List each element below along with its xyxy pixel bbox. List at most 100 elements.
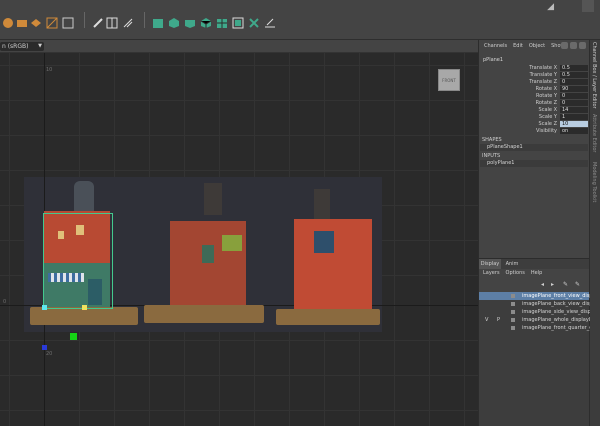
move-layer-down-icon[interactable]: ▸	[551, 282, 557, 288]
attr-scale-x[interactable]: Scale X 14	[479, 107, 589, 114]
side-tab-strip: Channel Box / Layer Editor Attribute Edi…	[589, 40, 600, 426]
tab-anim[interactable]: Anim	[501, 259, 523, 269]
house-middle[interactable]	[144, 181, 264, 331]
poly-torus-icon[interactable]	[216, 14, 228, 28]
house-right[interactable]	[274, 181, 384, 331]
snap-to-curve-icon[interactable]	[16, 14, 28, 27]
attr-translate-x[interactable]: Translate X 0.5	[479, 65, 589, 72]
snap-to-grid-icon[interactable]	[2, 14, 14, 28]
inputs-section-title: INPUTS	[482, 153, 501, 159]
playback-toggle[interactable]: P	[497, 316, 500, 324]
input-output-icon[interactable]	[106, 14, 118, 29]
attr-value[interactable]: on	[560, 128, 588, 134]
layer-row[interactable]: imagePlane_front_view_displayLayer	[479, 292, 590, 300]
control-vertex-blue[interactable]	[42, 345, 47, 350]
grid-line	[0, 65, 478, 66]
attr-value[interactable]: 14	[560, 107, 588, 113]
attr-scale-y[interactable]: Scale Y 1	[479, 114, 589, 121]
attr-label: Rotate Z	[535, 100, 557, 106]
attr-visibility[interactable]: Visibility on	[479, 128, 589, 135]
layer-row[interactable]: imagePlane_back_view_displayLayer	[479, 300, 590, 308]
attr-value[interactable]: 0.5	[560, 65, 588, 71]
menu-layers[interactable]: Layers	[483, 269, 500, 278]
history-icon[interactable]	[92, 14, 104, 28]
channel-box-icons	[561, 42, 586, 49]
attr-rotate-y[interactable]: Rotate Y 0	[479, 93, 589, 100]
input-node[interactable]: polyPlane1	[480, 160, 588, 167]
layer-color-swatch[interactable]	[511, 302, 515, 306]
layer-color-swatch[interactable]	[511, 326, 515, 330]
tab-channel-box-layer-editor[interactable]: Channel Box / Layer Editor	[591, 42, 597, 109]
render-settings-icon[interactable]	[122, 14, 134, 28]
attr-value[interactable]: 0.5	[560, 72, 588, 78]
move-layer-up-icon[interactable]: ◂	[541, 282, 547, 288]
new-layer-selected-icon[interactable]: ✎	[575, 282, 581, 288]
tab-attribute-editor[interactable]: Attribute Editor	[591, 114, 597, 152]
menu-channels[interactable]: Channels	[484, 43, 507, 49]
object-name[interactable]: pPlane1	[479, 56, 589, 65]
layer-color-swatch[interactable]	[511, 294, 515, 298]
attr-rotate-x[interactable]: Rotate X 90	[479, 86, 589, 93]
poly-cylinder-icon[interactable]	[200, 14, 212, 28]
attr-value[interactable]: 0	[560, 79, 588, 85]
make-live-icon[interactable]	[62, 14, 74, 29]
menu-options[interactable]: Options	[506, 269, 525, 278]
layer-row[interactable]: imagePlane_front_quarter_displayLayer	[479, 324, 590, 332]
attr-value[interactable]: 0	[560, 100, 588, 106]
attr-label: Visibility	[536, 128, 557, 134]
refresh-icon[interactable]	[570, 42, 577, 49]
modeling-toolkit-icon[interactable]	[264, 14, 276, 28]
grid-line	[0, 410, 478, 411]
control-vertex-green[interactable]	[70, 333, 77, 340]
tab-modeling-toolkit[interactable]: Modeling Toolkit	[591, 162, 597, 202]
layer-name: imagePlane_back_view_displayLayer	[522, 301, 590, 307]
attr-label: Scale X	[538, 107, 557, 113]
uv-editor-icon[interactable]	[232, 14, 244, 29]
attr-label: Translate Y	[529, 72, 557, 78]
colorspace-dropdown[interactable]: n (sRGB) ▼	[0, 42, 44, 51]
menu-help[interactable]: Help	[531, 269, 542, 278]
visibility-toggle[interactable]: V	[485, 316, 488, 324]
symmetry-icon[interactable]	[248, 14, 260, 28]
grid-line	[0, 135, 478, 136]
snap-to-point-icon[interactable]	[30, 14, 42, 27]
attr-value[interactable]: 0	[560, 93, 588, 99]
control-vertex-cyan[interactable]	[42, 305, 47, 310]
pin-icon[interactable]	[579, 42, 586, 49]
door	[202, 245, 214, 263]
attr-translate-z[interactable]: Translate Z 0	[479, 79, 589, 86]
attr-scale-z[interactable]: Scale Z 10	[479, 121, 589, 128]
attr-rotate-z[interactable]: Rotate Z 0	[479, 100, 589, 107]
toolbar-options-icon[interactable]	[582, 0, 594, 12]
poly-plane-icon[interactable]	[152, 14, 164, 28]
new-layer-icon[interactable]: ✎	[563, 282, 569, 288]
layer-row[interactable]: imagePlane_side_view_displayLayer	[479, 308, 590, 316]
front-viewport[interactable]: 10 20 0 FRONT	[0, 53, 478, 426]
control-vertex-yellow[interactable]	[82, 305, 87, 310]
chevron-up-icon[interactable]: ◢	[547, 2, 554, 12]
attr-value[interactable]: 90	[560, 86, 588, 92]
layer-name: imagePlane_whole_displayLayer	[522, 317, 590, 323]
maya-window: ◢ n (sRGB) ▼ 10 20 0 FRONT Channels Edit…	[0, 0, 600, 426]
shape-node[interactable]: pPlaneShape1	[480, 144, 588, 151]
layer-name: imagePlane_side_view_displayLayer	[522, 309, 590, 315]
attr-value-editing[interactable]: 10	[560, 121, 588, 127]
attr-value[interactable]: 1	[560, 114, 588, 120]
view-cube[interactable]: FRONT	[438, 69, 460, 91]
menu-edit[interactable]: Edit	[513, 43, 523, 49]
ruler-label: 20	[46, 351, 53, 357]
layer-row[interactable]: V P imagePlane_whole_displayLayer	[479, 316, 590, 324]
ruler-label: 0	[3, 299, 7, 305]
snap-view-plane-icon[interactable]	[46, 14, 58, 29]
lock-icon[interactable]	[561, 42, 568, 49]
attr-translate-y[interactable]: Translate Y 0.5	[479, 72, 589, 79]
poly-cube-icon[interactable]	[168, 14, 180, 28]
layer-color-swatch[interactable]	[511, 318, 515, 322]
tab-display[interactable]: Display	[479, 259, 501, 269]
water-tower	[204, 183, 222, 215]
layer-editor: Display Anim Layers Options Help ◂ ▸ ✎ ✎…	[478, 258, 590, 426]
menu-object[interactable]: Object	[529, 43, 545, 49]
layer-color-swatch[interactable]	[511, 310, 515, 314]
poly-sphere-icon[interactable]	[184, 14, 196, 28]
viewport-menu-bar: n (sRGB) ▼	[0, 40, 478, 53]
